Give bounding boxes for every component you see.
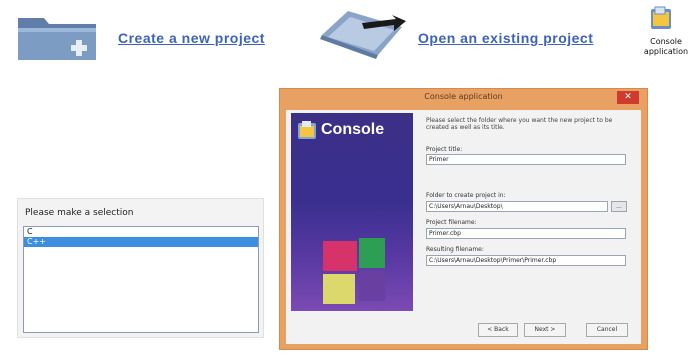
list-item-cpp[interactable]: C++	[24, 237, 258, 247]
back-button[interactable]: < Back	[478, 323, 518, 337]
dialog-close-button[interactable]: ✕	[617, 91, 639, 104]
next-button[interactable]: Next >	[524, 323, 566, 337]
dialog-title: Console application	[424, 92, 503, 101]
resulting-filename-input: C:\Users\Arnau\Desktop\Primer\Primer.cbp	[426, 255, 626, 266]
project-title-label: Project title:	[426, 146, 463, 153]
create-project-icon[interactable]	[16, 10, 100, 64]
wizard-banner: Console	[291, 113, 413, 311]
open-project-link[interactable]: Open an existing project	[418, 30, 593, 46]
selection-title: Please make a selection	[25, 208, 134, 218]
resulting-filename-label: Resulting filename:	[426, 246, 484, 253]
console-app-label-line1: Console	[650, 37, 682, 46]
project-title-input[interactable]: Primer	[426, 154, 626, 165]
cancel-button[interactable]: Cancel	[586, 323, 628, 337]
list-item-c[interactable]: C	[24, 227, 258, 237]
folder-label: Folder to create project in:	[426, 192, 506, 199]
banner-title: Console	[321, 121, 385, 138]
project-filename-input[interactable]: Primer.cbp	[426, 228, 626, 239]
language-listbox[interactable]: C C++	[23, 226, 259, 333]
create-project-link[interactable]: Create a new project	[118, 30, 265, 46]
console-app-icon[interactable]	[650, 6, 672, 30]
banner-tile-yellow	[323, 274, 355, 304]
banner-tile-red	[323, 241, 357, 271]
banner-tile-green	[359, 238, 385, 268]
browse-folder-button[interactable]: ...	[611, 201, 627, 212]
console-app-label[interactable]: Console application	[638, 37, 694, 57]
open-project-icon[interactable]	[318, 5, 408, 61]
banner-tile-purple	[359, 271, 385, 301]
project-filename-label: Project filename:	[426, 219, 477, 226]
folder-input[interactable]: C:\Users\Arnau\Desktop\	[426, 201, 608, 212]
console-banner-icon	[298, 121, 316, 139]
console-app-label-line2: application	[643, 47, 689, 56]
selection-panel: Please make a selection C C++	[17, 198, 264, 338]
wizard-instructions: Please select the folder where you want …	[426, 117, 613, 131]
console-application-dialog: Console application ✕ Console Please sel…	[279, 88, 648, 350]
dialog-body: Console Please select the folder where y…	[286, 110, 641, 344]
